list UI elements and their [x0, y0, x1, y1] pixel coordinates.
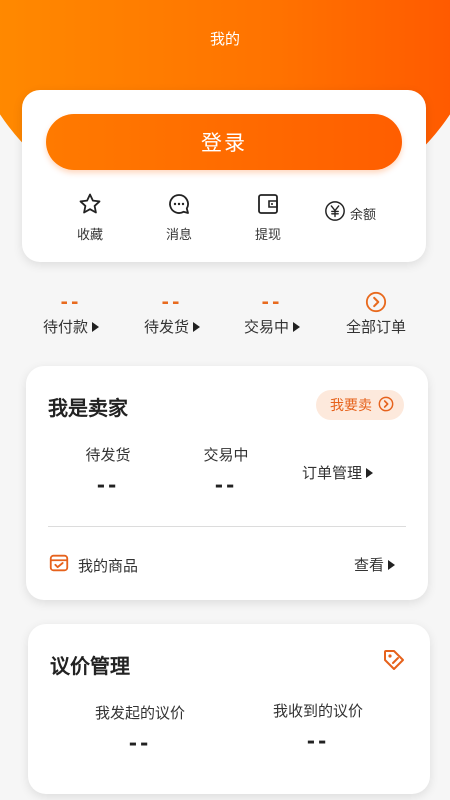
balance-action[interactable]: 余额	[324, 200, 376, 226]
messages-action[interactable]: 消息	[139, 190, 219, 246]
seller-title: 我是卖家	[48, 396, 128, 420]
in-transaction-count: --	[261, 291, 283, 313]
view-goods-link[interactable]: 查看	[354, 554, 396, 575]
all-orders-label: 全部订单	[345, 318, 406, 336]
messages-label: 消息	[165, 228, 192, 243]
sell-button-label: 我要卖	[330, 397, 372, 413]
arrow-right-icon	[92, 321, 99, 332]
withdraw-action[interactable]: 提现	[228, 190, 308, 246]
balance-label: 余额	[350, 207, 377, 223]
pending-shipment-label: 待发货	[143, 318, 189, 336]
bargain-received-stat[interactable]: 我收到的议价 --	[266, 700, 370, 753]
seller-stat-pending-shipment[interactable]: 待发货 --	[76, 444, 140, 497]
my-goods-label: 我的商品	[78, 556, 139, 575]
order-in-transaction[interactable]: -- 交易中	[240, 288, 304, 337]
order-manage-link[interactable]: 订单管理	[302, 462, 374, 483]
quick-actions: 收藏 消息 提现 余额	[22, 190, 426, 246]
orders-row: -- 待付款 -- 待发货 -- 交易中 全部订单	[0, 288, 450, 348]
bargain-title: 议价管理	[50, 654, 130, 678]
arrow-right-icon	[193, 321, 200, 332]
price-tag-icon[interactable]	[382, 648, 406, 676]
arrow-right-icon	[293, 321, 300, 332]
store-icon	[48, 552, 70, 578]
seller-pending-shipment-value: --	[96, 473, 120, 497]
favorites-action[interactable]: 收藏	[50, 190, 130, 246]
arrow-right-icon	[366, 467, 374, 478]
order-manage-label: 订单管理	[302, 464, 363, 482]
chevron-circle-icon	[378, 396, 394, 415]
seller-in-transaction-label: 交易中	[203, 446, 249, 464]
order-pending-shipment[interactable]: -- 待发货	[140, 288, 204, 337]
pending-payment-count: --	[60, 291, 82, 313]
seller-in-transaction-value: --	[214, 473, 238, 497]
chevron-circle-icon	[340, 288, 412, 316]
bargain-card: 议价管理 我发起的议价 -- 我收到的议价 --	[28, 624, 430, 794]
bargain-initiated-stat[interactable]: 我发起的议价 --	[88, 702, 192, 755]
star-icon	[50, 190, 130, 218]
my-goods-link[interactable]: 我的商品	[48, 552, 138, 578]
view-label: 查看	[354, 556, 385, 574]
message-icon	[139, 190, 219, 218]
withdraw-label: 提现	[254, 228, 281, 243]
page-title: 我的	[209, 30, 240, 48]
in-transaction-label: 交易中	[243, 318, 289, 336]
pending-payment-label: 待付款	[42, 318, 88, 336]
order-pending-payment[interactable]: -- 待付款	[40, 288, 102, 337]
bargain-received-value: --	[306, 729, 330, 753]
sell-button[interactable]: 我要卖	[316, 390, 404, 420]
bargain-initiated-value: --	[128, 731, 152, 755]
arrow-right-icon	[388, 559, 396, 570]
login-card: 登录 收藏 消息 提现 余额	[22, 90, 426, 262]
yen-icon	[324, 200, 346, 226]
favorites-label: 收藏	[76, 228, 103, 243]
seller-card: 我是卖家 我要卖 待发货 -- 交易中 -- 订单管理 我的商品 查看	[26, 366, 428, 600]
order-all[interactable]: 全部订单	[340, 288, 412, 337]
bargain-received-label: 我收到的议价	[272, 702, 363, 720]
seller-stat-in-transaction[interactable]: 交易中 --	[194, 444, 258, 497]
wallet-icon	[228, 190, 308, 218]
seller-pending-shipment-label: 待发货	[85, 446, 131, 464]
divider	[48, 526, 406, 527]
bargain-initiated-label: 我发起的议价	[94, 704, 185, 722]
pending-shipment-count: --	[161, 291, 183, 313]
login-button[interactable]: 登录	[46, 114, 402, 170]
